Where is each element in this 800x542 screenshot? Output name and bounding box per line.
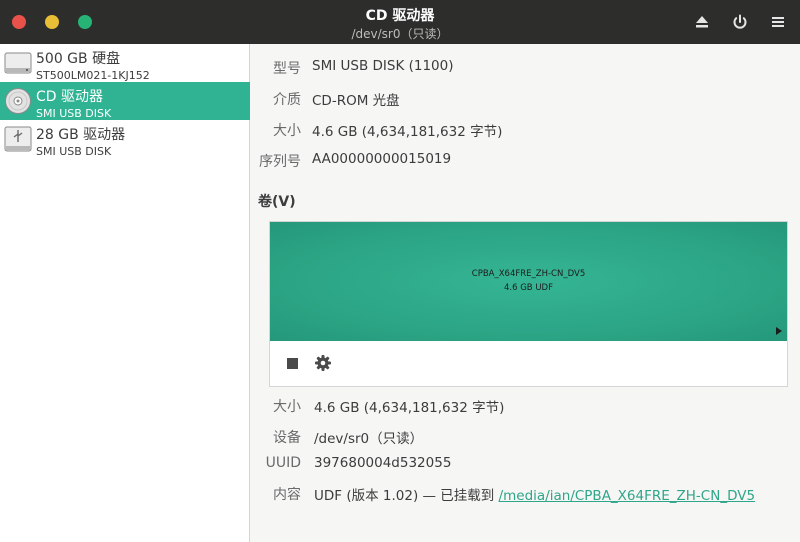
volume-size-label: 大小 <box>273 399 301 415</box>
media-value: CD-ROM 光盘 <box>312 93 400 109</box>
hard-disk-icon <box>4 52 32 74</box>
sidebar-item-model: ST500LM021-1KJ152 <box>36 69 150 82</box>
sidebar-item-model: SMI USB DISK <box>36 145 112 158</box>
optical-disc-icon <box>5 88 31 114</box>
sidebar-item-name: 28 GB 驱动器 <box>36 127 126 143</box>
drive-details-panel: 型号 SMI USB DISK (1100) 介质 CD-ROM 光盘 大小 4… <box>251 44 800 542</box>
drive-list-sidebar: 500 GB 硬盘 ST500LM021-1KJ152 CD 驱动器 SMI U… <box>0 44 250 542</box>
hamburger-menu-icon[interactable] <box>768 12 788 32</box>
device-label: 设备 <box>273 430 301 446</box>
uuid-label: UUID <box>265 455 301 471</box>
title-bar: CD 驱动器 /dev/sr0（只读） <box>0 0 800 44</box>
window-title: CD 驱动器 <box>365 8 435 24</box>
mount-point-link[interactable]: /media/ian/CPBA_X64FRE_ZH-CN_DV5 <box>499 488 755 504</box>
volume-map: CPBA_X64FRE_ZH-CN_DV5 4.6 GB UDF <box>269 221 788 387</box>
sidebar-item-hard-disk[interactable]: 500 GB 硬盘 ST500LM021-1KJ152 <box>0 44 250 82</box>
sidebar-item-cd-drive[interactable]: CD 驱动器 SMI USB DISK <box>0 82 250 120</box>
eject-icon[interactable] <box>692 12 712 32</box>
uuid-value: 397680004d532055 <box>314 455 452 471</box>
gear-icon[interactable] <box>314 354 332 372</box>
sidebar-item-name: CD 驱动器 <box>36 89 104 105</box>
contents-text: UDF (版本 1.02) — 已挂载到 <box>314 488 499 504</box>
contents-value: UDF (版本 1.02) — 已挂载到 /media/ian/CPBA_X64… <box>314 484 755 504</box>
drive-size-value: 4.6 GB (4,634,181,632 字节) <box>312 124 503 140</box>
serial-value: AA00000000015019 <box>312 151 452 167</box>
volume-toolbar <box>270 341 787 386</box>
media-label: 介质 <box>273 92 301 108</box>
sidebar-item-usb-drive[interactable]: 28 GB 驱动器 SMI USB DISK <box>0 120 250 158</box>
model-label: 型号 <box>273 61 301 77</box>
partition-info: 4.6 GB UDF <box>504 283 553 293</box>
partition-name: CPBA_X64FRE_ZH-CN_DV5 <box>471 269 586 279</box>
volumes-heading: 卷(V) <box>258 194 296 210</box>
stop-icon[interactable] <box>287 358 298 369</box>
usb-drive-icon <box>4 126 32 152</box>
window-subtitle: /dev/sr0（只读） <box>351 27 449 41</box>
volume-size-value: 4.6 GB (4,634,181,632 字节) <box>314 400 505 416</box>
device-value: /dev/sr0（只读） <box>314 431 424 447</box>
sidebar-item-model: SMI USB DISK <box>36 107 112 120</box>
sidebar-item-name: 500 GB 硬盘 <box>36 51 121 67</box>
serial-label: 序列号 <box>259 154 301 170</box>
contents-label: 内容 <box>273 487 301 503</box>
play-arrow-icon <box>776 327 782 335</box>
power-icon[interactable] <box>730 12 750 32</box>
volume-partition-block[interactable]: CPBA_X64FRE_ZH-CN_DV5 4.6 GB UDF <box>270 222 787 341</box>
drive-size-label: 大小 <box>273 123 301 139</box>
model-value: SMI USB DISK (1100) <box>312 58 454 74</box>
